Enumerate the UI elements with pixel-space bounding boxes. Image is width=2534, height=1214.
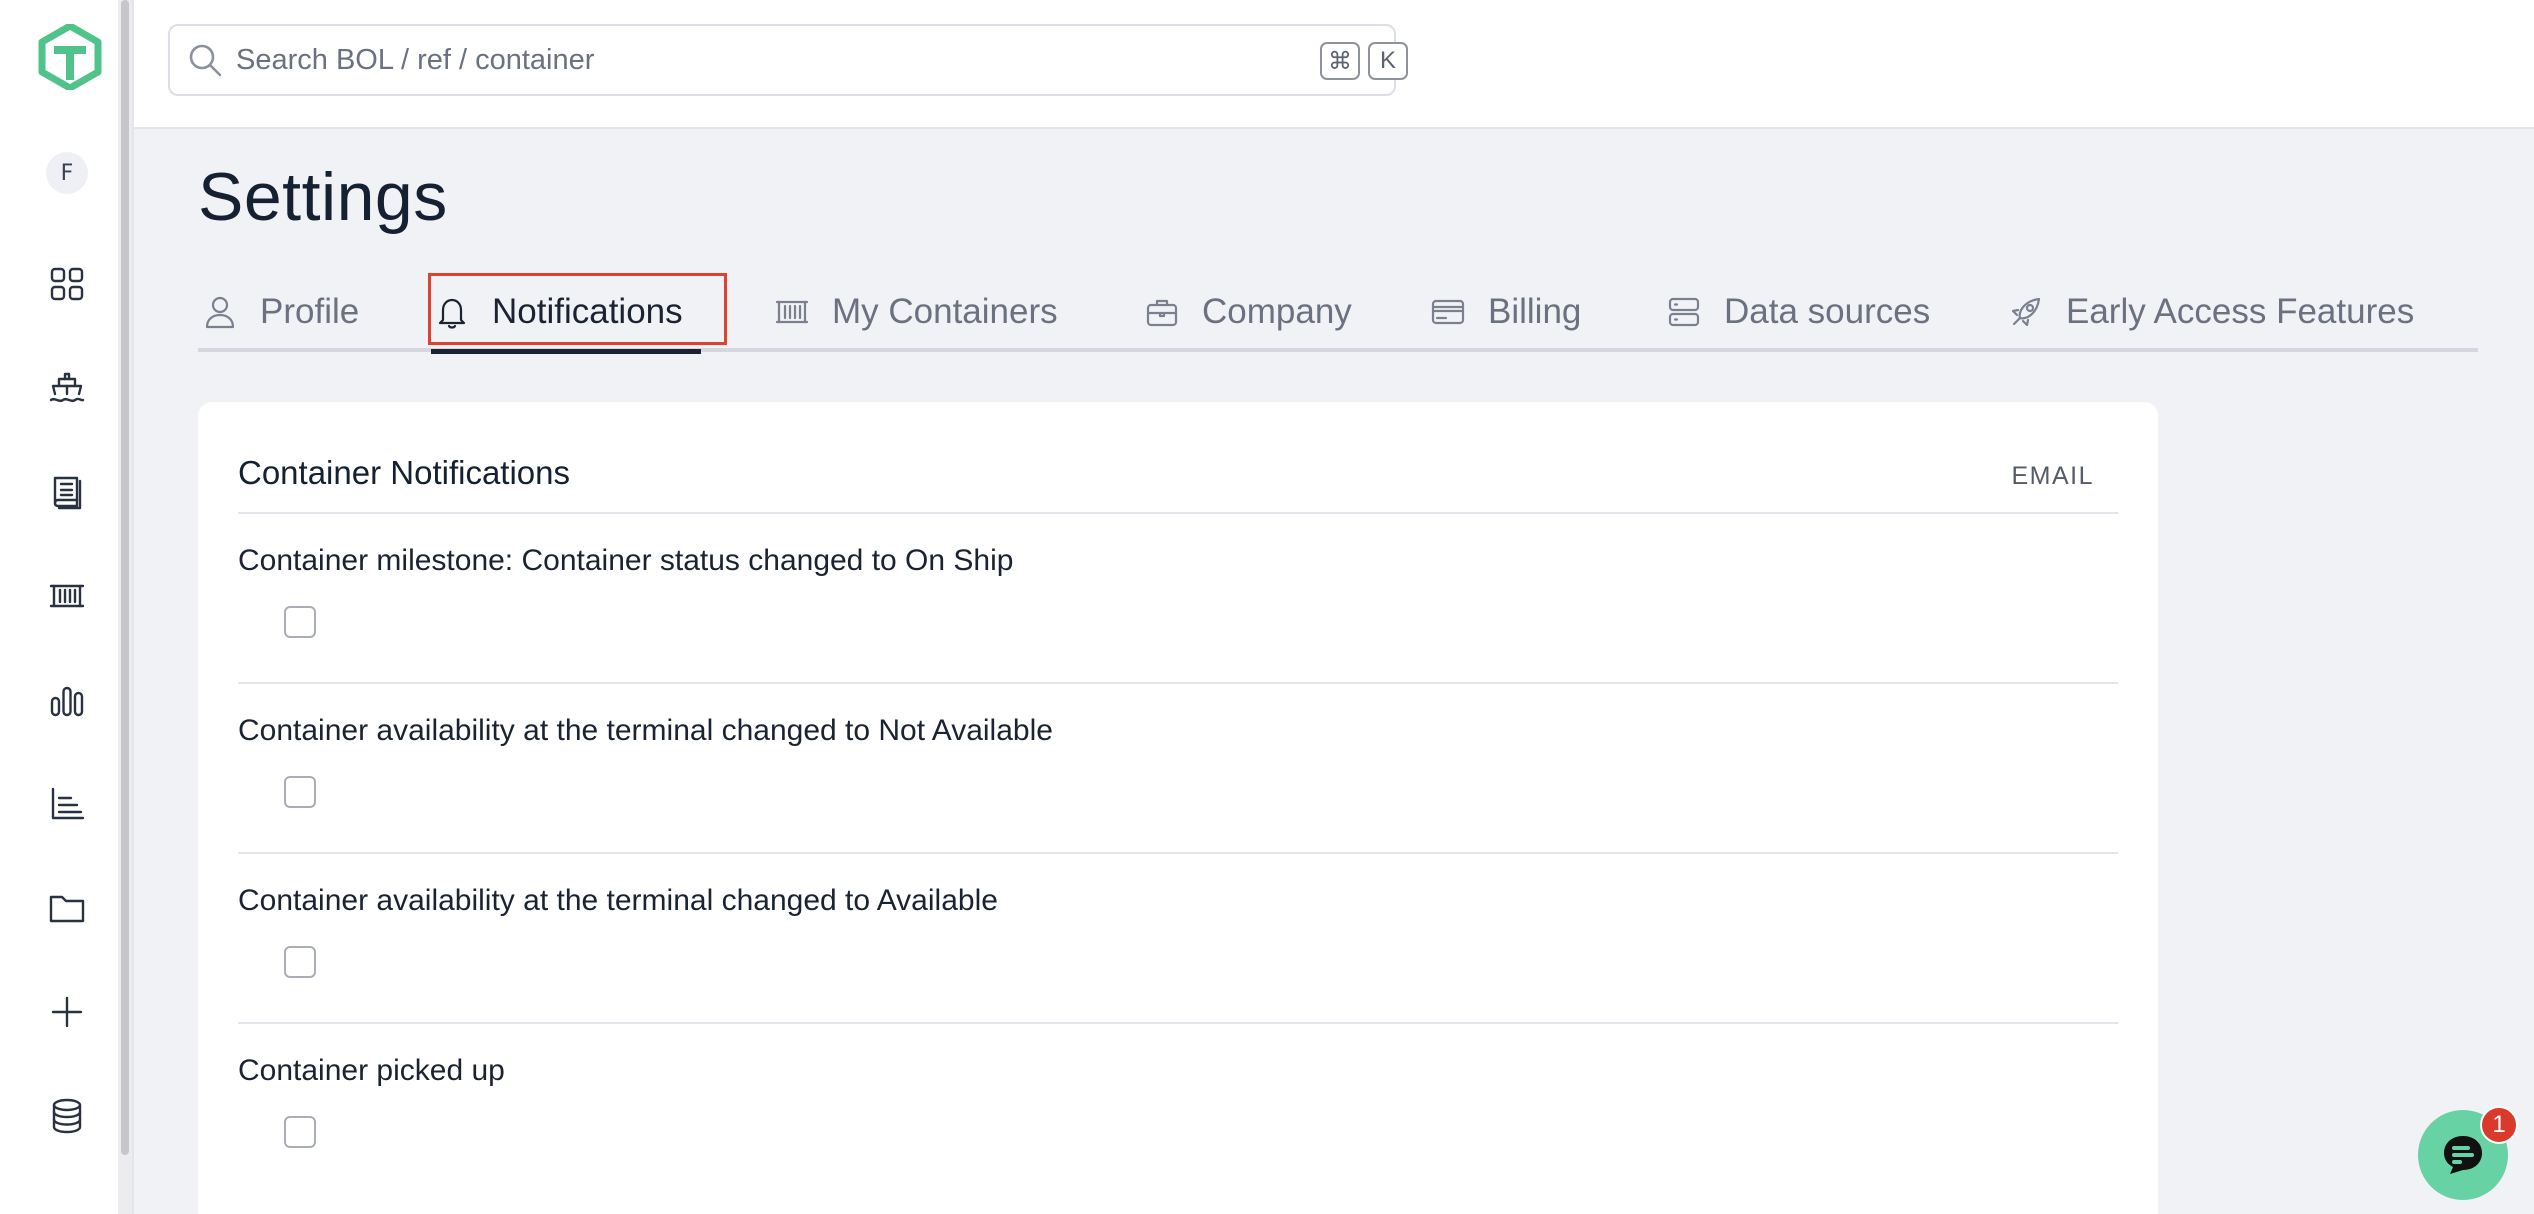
sidebar-divider	[132, 0, 134, 1214]
container-icon	[775, 300, 809, 324]
bar-chart-icon	[50, 686, 84, 717]
divider	[238, 682, 2118, 684]
sidebar-item-documents[interactable]	[34, 459, 100, 525]
tab-profile[interactable]: Profile	[202, 272, 359, 352]
search-input[interactable]	[236, 43, 1236, 77]
dashboard-icon	[50, 267, 84, 301]
sidebar-item-add[interactable]	[34, 979, 100, 1045]
tab-data-sources[interactable]: Data sources	[1666, 272, 1930, 352]
tab-label: Billing	[1488, 292, 1582, 331]
tab-label: Data sources	[1724, 292, 1931, 331]
page-title: Settings	[198, 159, 448, 235]
scrollbar-thumb[interactable]	[121, 0, 129, 1155]
top-bar: ⌘ K	[134, 0, 2534, 129]
avatar[interactable]: F	[46, 152, 88, 194]
notification-label: Container picked up	[238, 1054, 505, 1087]
search-bar[interactable]: ⌘ K	[168, 24, 1408, 96]
tab-highlight-box	[428, 273, 727, 345]
rocket-icon	[2011, 297, 2041, 327]
plus-icon	[51, 996, 83, 1028]
sidebar-item-dashboard[interactable]	[34, 251, 100, 317]
email-checkbox-on-ship[interactable]	[284, 606, 316, 638]
tab-early-access-features[interactable]: Early Access Features	[2008, 272, 2414, 352]
sidebar-item-reports[interactable]	[34, 771, 100, 837]
sidebar-scrollbar[interactable]	[118, 0, 132, 1214]
container-icon	[49, 584, 85, 608]
notification-label: Container availability at the terminal c…	[238, 714, 1053, 747]
credit-card-icon	[1431, 299, 1465, 325]
tab-my-containers[interactable]: My Containers	[774, 272, 1058, 352]
folder-icon	[49, 895, 85, 923]
book-icon	[53, 476, 82, 510]
tab-billing[interactable]: Billing	[1430, 272, 1581, 352]
tab-company[interactable]: Company	[1144, 272, 1352, 352]
section-title: Container Notifications	[238, 454, 570, 491]
notification-label: Container milestone: Container status ch…	[238, 544, 1014, 577]
avatar-initial: F	[60, 160, 74, 186]
briefcase-icon	[1146, 299, 1178, 327]
shortcut-k-key: K	[1368, 42, 1408, 80]
ship-icon	[49, 372, 85, 403]
sidebar-item-shipments[interactable]	[34, 355, 100, 421]
email-checkbox-available[interactable]	[284, 946, 316, 978]
divider	[238, 512, 2118, 514]
sidebar-item-containers[interactable]	[34, 563, 100, 629]
chat-icon	[2444, 1136, 2482, 1174]
sidebar-item-files[interactable]	[34, 875, 100, 941]
app-logo-icon[interactable]	[38, 22, 102, 92]
tab-label: Profile	[260, 292, 360, 331]
divider	[238, 852, 2118, 854]
chat-badge: 1	[2480, 1106, 2518, 1144]
email-checkbox-not-available[interactable]	[284, 776, 316, 808]
email-checkbox-picked-up[interactable]	[284, 1116, 316, 1148]
notification-label: Container availability at the terminal c…	[238, 884, 998, 917]
user-icon	[205, 296, 235, 329]
database-icon	[52, 1098, 82, 1134]
shortcut-command-key: ⌘	[1320, 42, 1360, 80]
container-notifications-card: Container Notifications EMAIL Container …	[198, 402, 2158, 1214]
sidebar-item-database[interactable]	[34, 1083, 100, 1149]
divider	[238, 1022, 2118, 1024]
tab-label: My Containers	[832, 292, 1058, 331]
search-icon	[186, 41, 224, 79]
server-icon	[1668, 297, 1700, 327]
tab-label: Company	[1202, 292, 1352, 331]
line-chart-icon	[51, 787, 85, 820]
sidebar-item-analytics[interactable]	[34, 667, 100, 733]
active-tab-indicator	[431, 349, 701, 354]
tab-label: Early Access Features	[2066, 292, 2415, 331]
sidebar: F	[0, 0, 118, 1214]
email-column-header: EMAIL	[2011, 462, 2094, 490]
